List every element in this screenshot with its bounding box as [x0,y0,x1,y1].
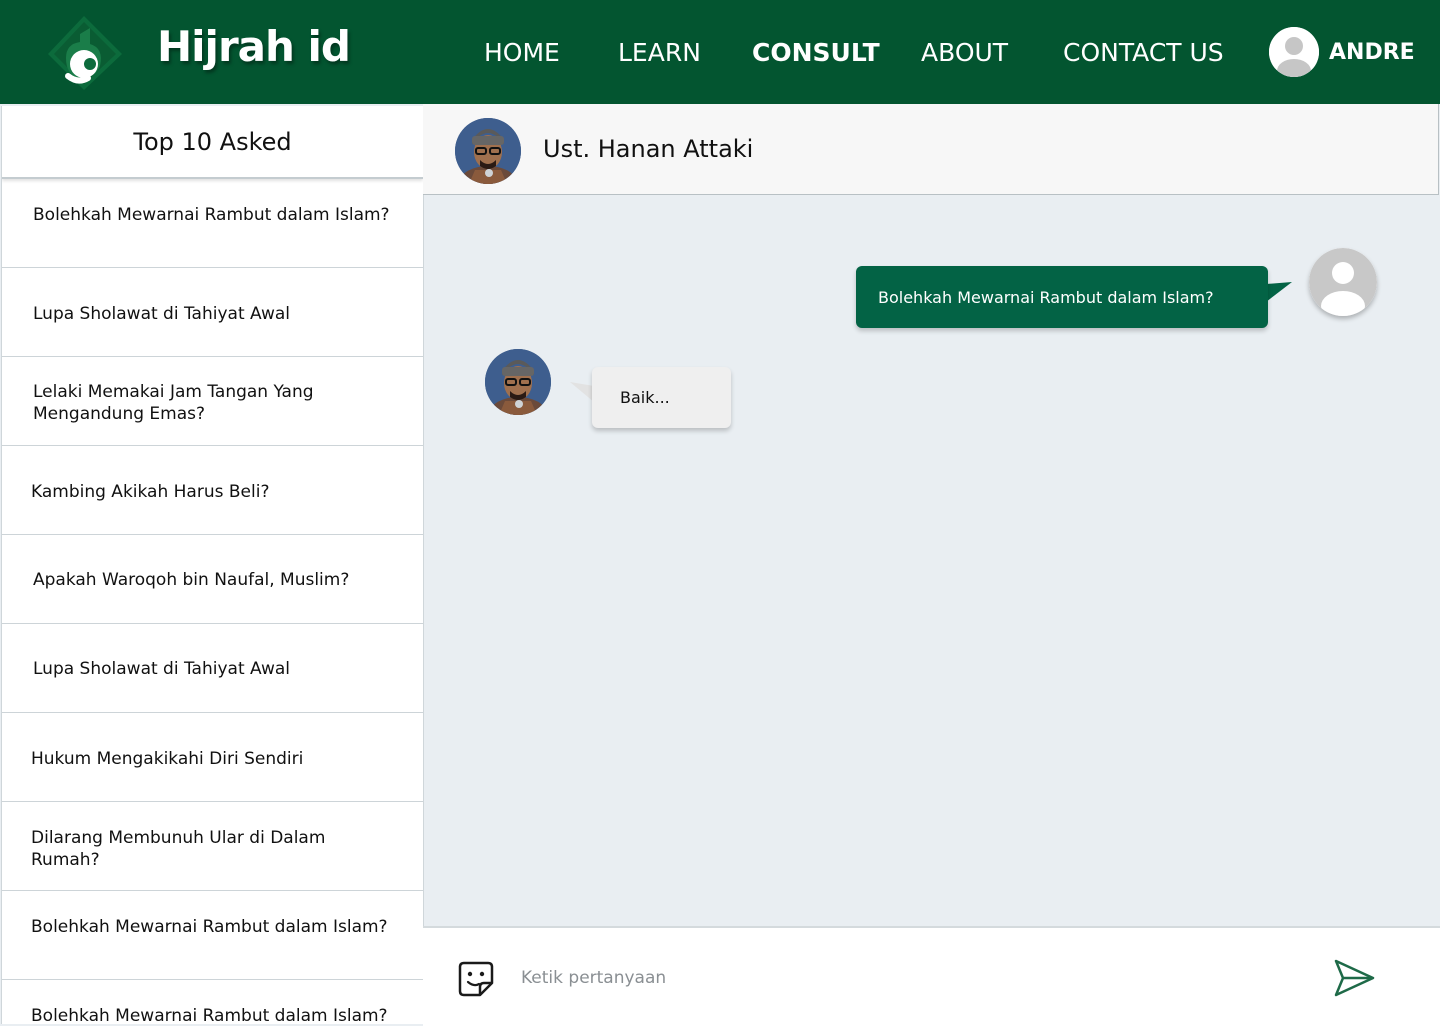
send-paper-plane-icon[interactable] [1333,958,1377,998]
question-item[interactable]: Dilarang Membunuh Ular di Dalam Rumah? [2,802,423,891]
chat-header: Ust. Hanan Attaki [423,104,1439,195]
user-name[interactable]: ANDRE [1329,40,1415,65]
user-avatar-icon[interactable] [1269,27,1319,77]
question-label: Bolehkah Mewarnai Rambut dalam Islam? [31,917,388,937]
brand-name[interactable]: Hijrah id [157,22,351,71]
top-navbar: Hijrah id HOME LEARN CONSULT ABOUT CONTA… [0,0,1440,104]
question-label: Bolehkah Mewarnai Rambut dalam Islam? [31,1006,388,1024]
question-label: Lelaki Memakai Jam Tangan Yang Mengandun… [33,382,314,424]
ustadz-avatar[interactable] [455,118,521,184]
question-label: Apakah Waroqoh bin Naufal, Muslim? [33,570,350,590]
question-item[interactable]: Lelaki Memakai Jam Tangan Yang Mengandun… [2,357,423,446]
incoming-message-text: Baik... [620,388,670,407]
question-item[interactable]: Apakah Waroqoh bin Naufal, Muslim? [2,535,423,624]
message-input-bar [423,926,1440,1026]
question-input[interactable] [521,958,1301,998]
hijrah-logo-icon[interactable] [44,14,124,92]
user-avatar-icon [1309,248,1377,316]
top-questions-sidebar: Top 10 Asked Bolehkah Mewarnai Rambut da… [1,106,424,1024]
incoming-message-bubble: Baik... [592,367,731,428]
question-label: Hukum Mengakikahi Diri Sendiri [31,749,304,769]
chat-contact-name: Ust. Hanan Attaki [543,135,754,163]
nav-home[interactable]: HOME [484,38,560,67]
question-item[interactable]: Bolehkah Mewarnai Rambut dalam Islam? [2,179,423,268]
question-item[interactable]: Bolehkah Mewarnai Rambut dalam Islam? [2,891,423,980]
question-item[interactable]: Hukum Mengakikahi Diri Sendiri [2,713,423,802]
nav-learn[interactable]: LEARN [618,38,701,67]
sticker-smiley-icon[interactable] [458,961,494,997]
question-label: Lupa Sholawat di Tahiyat Awal [33,304,290,324]
question-item[interactable]: Lupa Sholawat di Tahiyat Awal [2,268,423,357]
outgoing-bubble-tail [1266,282,1292,302]
question-item[interactable]: Lupa Sholawat di Tahiyat Awal [2,624,423,713]
ustadz-avatar[interactable] [485,349,551,415]
sidebar-title: Top 10 Asked [2,106,423,179]
question-label: Bolehkah Mewarnai Rambut dalam Islam? [33,205,390,225]
question-item[interactable]: Bolehkah Mewarnai Rambut dalam Islam? [2,980,423,1024]
nav-about[interactable]: ABOUT [921,38,1008,67]
question-label: Dilarang Membunuh Ular di Dalam Rumah? [31,828,326,870]
question-label: Lupa Sholawat di Tahiyat Awal [33,659,290,679]
question-label: Kambing Akikah Harus Beli? [31,482,270,502]
outgoing-message-bubble: Bolehkah Mewarnai Rambut dalam Islam? [856,266,1268,328]
question-item[interactable]: Kambing Akikah Harus Beli? [2,446,423,535]
outgoing-message-text: Bolehkah Mewarnai Rambut dalam Islam? [878,288,1214,307]
nav-contact-us[interactable]: CONTACT US [1063,38,1224,67]
nav-consult[interactable]: CONSULT [752,38,880,67]
